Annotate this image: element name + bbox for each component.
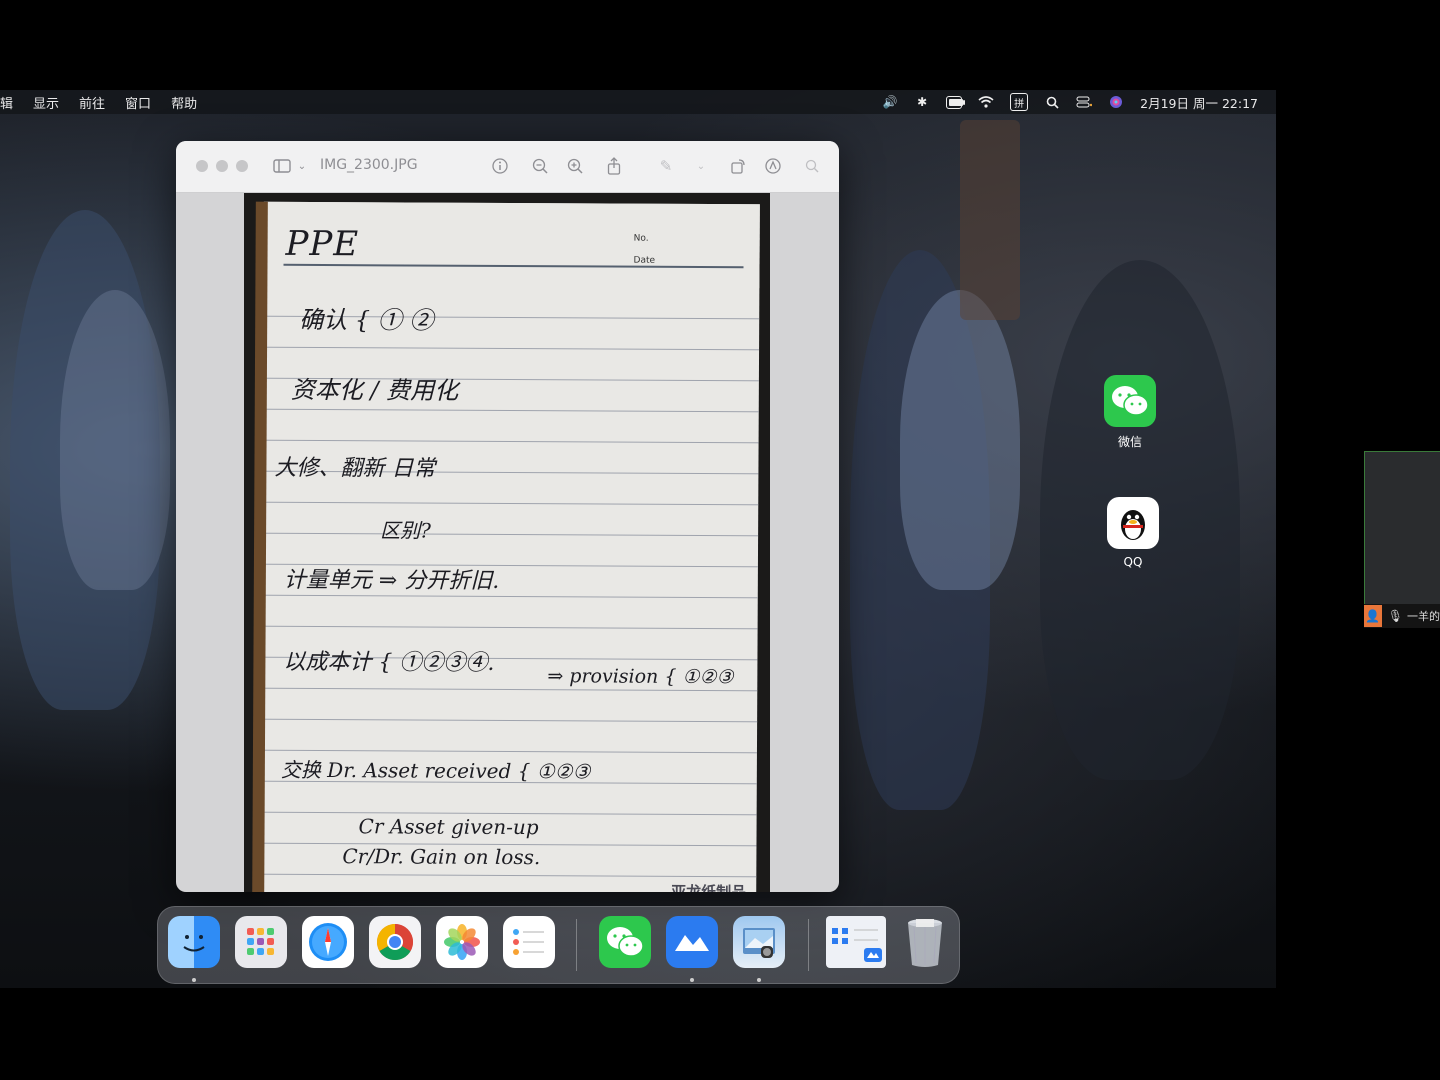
chevron-down-icon[interactable]: ⌄ — [292, 156, 312, 176]
desktop-icon-wechat[interactable]: 微信 — [1095, 375, 1165, 450]
qq-penguin-icon — [1107, 497, 1159, 549]
chrome-icon[interactable] — [369, 916, 421, 968]
launchpad-icon[interactable] — [235, 916, 287, 968]
sidebar-icon[interactable] — [272, 156, 292, 176]
note-line: 资本化 / 费用化 — [290, 375, 459, 405]
minimize-button[interactable] — [216, 160, 228, 172]
feishu-icon[interactable] — [666, 916, 718, 968]
running-indicator — [757, 978, 761, 982]
note-header: PPE — [285, 223, 360, 265]
menu-help[interactable]: 帮助 — [171, 93, 197, 112]
background-figure — [960, 120, 1020, 320]
volume-icon[interactable]: 🔊 — [882, 95, 898, 109]
feishu-meeting-window-icon[interactable] — [826, 916, 886, 968]
menu-window[interactable]: 窗口 — [125, 93, 151, 112]
note-line: 交换 Dr. Asset received { ①②③ — [280, 757, 591, 784]
desktop-icon-qq[interactable]: QQ — [1098, 497, 1168, 569]
wifi-icon[interactable] — [978, 95, 994, 109]
notebook-page: PPE No. Date 确认 { ① ② 资本化 / 费用化 大修、翻新 日常… — [252, 201, 760, 892]
search-icon[interactable] — [802, 156, 822, 176]
desktop: 辑 显示 前往 窗口 帮助 🔊 ✱ 拼 2月19日 周一 22:17 ⌄ IMG… — [0, 90, 1276, 988]
reminders-icon[interactable] — [503, 916, 555, 968]
note-no-label: No. — [633, 233, 649, 244]
note-line: 以成本计 { ①②③④. — [283, 649, 495, 676]
rotate-icon[interactable] — [728, 156, 748, 176]
document-title: IMG_2300.JPG — [320, 157, 418, 173]
menu-view[interactable]: 显示 — [33, 93, 59, 112]
desktop-icon-label: 微信 — [1117, 435, 1142, 449]
photo-content: PPE No. Date 确认 { ① ② 资本化 / 费用化 大修、翻新 日常… — [244, 193, 770, 892]
chevron-down-icon[interactable]: ⌄ — [691, 156, 711, 176]
wechat-icon[interactable] — [599, 916, 651, 968]
spotlight-icon[interactable] — [1044, 95, 1060, 109]
wechat-icon — [1104, 375, 1156, 427]
notebook-binding — [252, 201, 268, 892]
avatar-icon: 👤 — [1364, 605, 1382, 627]
close-button[interactable] — [196, 160, 208, 172]
finder-icon[interactable] — [168, 916, 220, 968]
bluetooth-icon[interactable]: ✱ — [914, 95, 930, 109]
notebook-brand: 亚龙纸制品 — [671, 881, 746, 892]
siri-icon[interactable] — [1108, 95, 1124, 109]
window-titlebar: ⌄ IMG_2300.JPG ✎ ⌄ — [176, 141, 839, 193]
background-figure — [900, 290, 1020, 590]
info-icon[interactable] — [490, 156, 510, 176]
annotate-icon[interactable] — [763, 156, 783, 176]
meeting-video-tile[interactable] — [1364, 451, 1440, 606]
note-line: Cr/Dr. Gain on loss. — [342, 844, 541, 870]
microphone-icon[interactable]: 🎙 — [1388, 609, 1403, 623]
note-line: 区别? — [380, 518, 431, 543]
note-line: 确认 { ① ② — [299, 305, 434, 335]
menu-edit[interactable]: 辑 — [0, 93, 13, 112]
note-line: 大修、翻新 日常 — [274, 455, 436, 482]
note-line: Cr Asset given-up — [358, 814, 539, 840]
window-controls — [196, 160, 248, 172]
running-indicator — [690, 978, 694, 982]
note-date-label: Date — [633, 255, 656, 266]
zoom-out-icon[interactable] — [530, 156, 550, 176]
pinyin-input-icon[interactable]: 拼 — [1010, 93, 1029, 111]
battery-icon[interactable] — [946, 95, 966, 109]
desktop-icon-label: QQ — [1123, 555, 1143, 569]
preview-icon[interactable] — [733, 916, 785, 968]
safari-icon[interactable] — [302, 916, 354, 968]
zoom-in-icon[interactable] — [565, 156, 585, 176]
menubar-clock[interactable]: 2月19日 周一 22:17 — [1140, 93, 1258, 112]
control-center-icon[interactable] — [1076, 95, 1093, 109]
running-indicator — [192, 978, 196, 982]
menu-go[interactable]: 前往 — [79, 93, 105, 112]
trash-icon[interactable] — [899, 916, 951, 968]
photos-icon[interactable] — [436, 916, 488, 968]
zoom-button[interactable] — [236, 160, 248, 172]
markup-icon[interactable]: ✎ — [656, 156, 676, 176]
note-line: 计量单元 ⇒ 分开折旧. — [283, 567, 500, 594]
preview-window: ⌄ IMG_2300.JPG ✎ ⌄ PPE No. Date 确认 {① ②… — [176, 141, 839, 892]
meeting-participant-bar: 👤 🎙 一羊的 — [1364, 604, 1440, 628]
header-rule — [283, 263, 744, 269]
participant-name: 一羊的 — [1407, 610, 1440, 623]
menu-bar: 辑 显示 前往 窗口 帮助 🔊 ✱ 拼 2月19日 周一 22:17 — [0, 90, 1276, 114]
note-line: ⇒ provision { ①②③ — [547, 665, 734, 689]
dock — [157, 906, 960, 984]
share-icon[interactable] — [604, 156, 624, 176]
background-figure — [60, 290, 170, 590]
dock-separator — [576, 919, 577, 971]
dock-separator — [808, 919, 809, 971]
